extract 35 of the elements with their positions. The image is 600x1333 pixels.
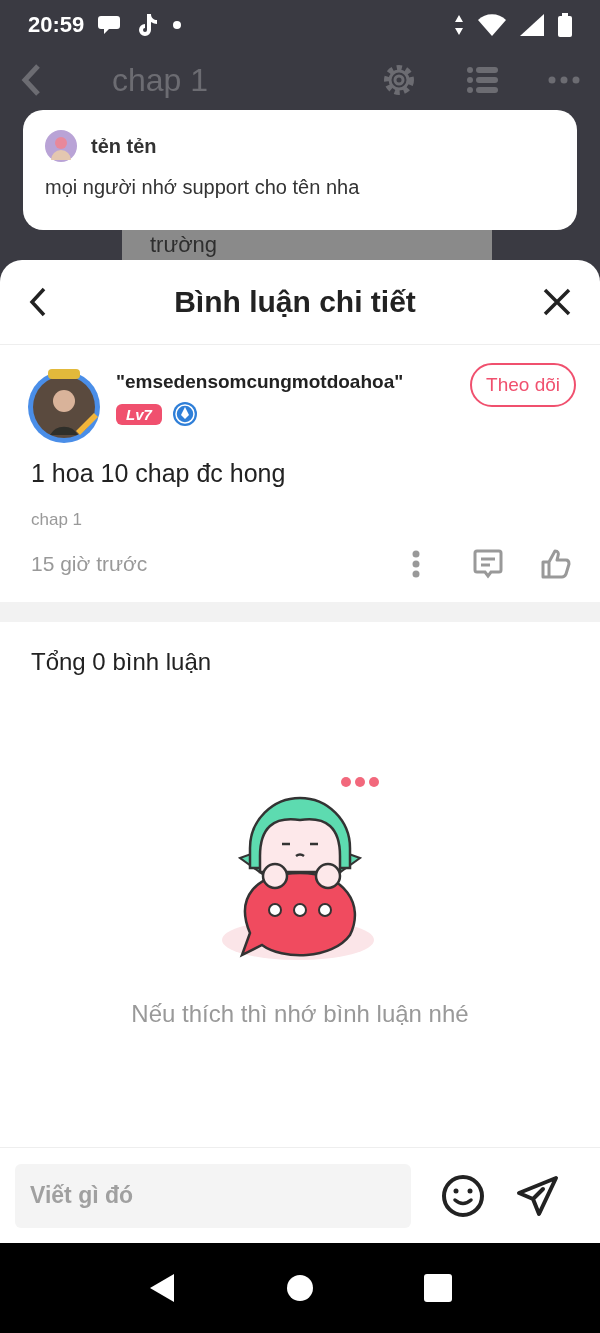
- battery-icon: [558, 13, 572, 37]
- sheet-title: Bình luận chi tiết: [173, 285, 417, 319]
- comment-time: 15 giờ trước: [31, 552, 149, 576]
- author-name[interactable]: "emsedensomcungmotdoahoa": [116, 371, 459, 393]
- comment-count: Tổng 0 bình luận: [30, 647, 213, 676]
- send-icon[interactable]: [515, 1173, 559, 1218]
- level-badge: Lv7: [116, 403, 162, 425]
- chat-bubble-icon: [98, 14, 123, 36]
- avatar: [45, 130, 77, 162]
- emoji-icon[interactable]: [441, 1173, 485, 1218]
- close-icon[interactable]: [542, 287, 572, 317]
- home-icon[interactable]: [286, 1274, 314, 1302]
- dot-icon: [172, 20, 183, 30]
- story-text: trường: [149, 232, 218, 258]
- more-icon[interactable]: [548, 76, 580, 84]
- notification-card[interactable]: tẻn tẻn mọi người nhớ support cho tên nha: [23, 110, 577, 230]
- data-arrows-icon: [454, 14, 464, 36]
- empty-message: Nếu thích thì nhớ bình luận nhé: [130, 1000, 470, 1028]
- wifi-icon: [478, 14, 506, 36]
- back-icon[interactable]: [28, 286, 48, 318]
- signal-icon: [520, 14, 544, 36]
- pen-badge-icon: [171, 401, 198, 427]
- comment-text: 1 hoa 10 chap đc hong: [30, 458, 287, 488]
- notification-user: tẻn tẻn: [91, 134, 157, 158]
- settings-icon[interactable]: [382, 63, 416, 97]
- comment-icon[interactable]: [472, 548, 504, 580]
- comment-input[interactable]: Viết gì đó: [15, 1163, 411, 1228]
- notification-message: mọi người nhớ support cho tên nha: [45, 176, 361, 199]
- clock: 20:59: [28, 12, 85, 38]
- thumbs-up-icon[interactable]: [540, 548, 572, 580]
- chapter-label: chap 1: [30, 509, 84, 530]
- list-icon[interactable]: [466, 65, 498, 95]
- back-icon[interactable]: [148, 1273, 176, 1303]
- more-icon[interactable]: [412, 550, 420, 578]
- music-note-icon: [136, 13, 159, 37]
